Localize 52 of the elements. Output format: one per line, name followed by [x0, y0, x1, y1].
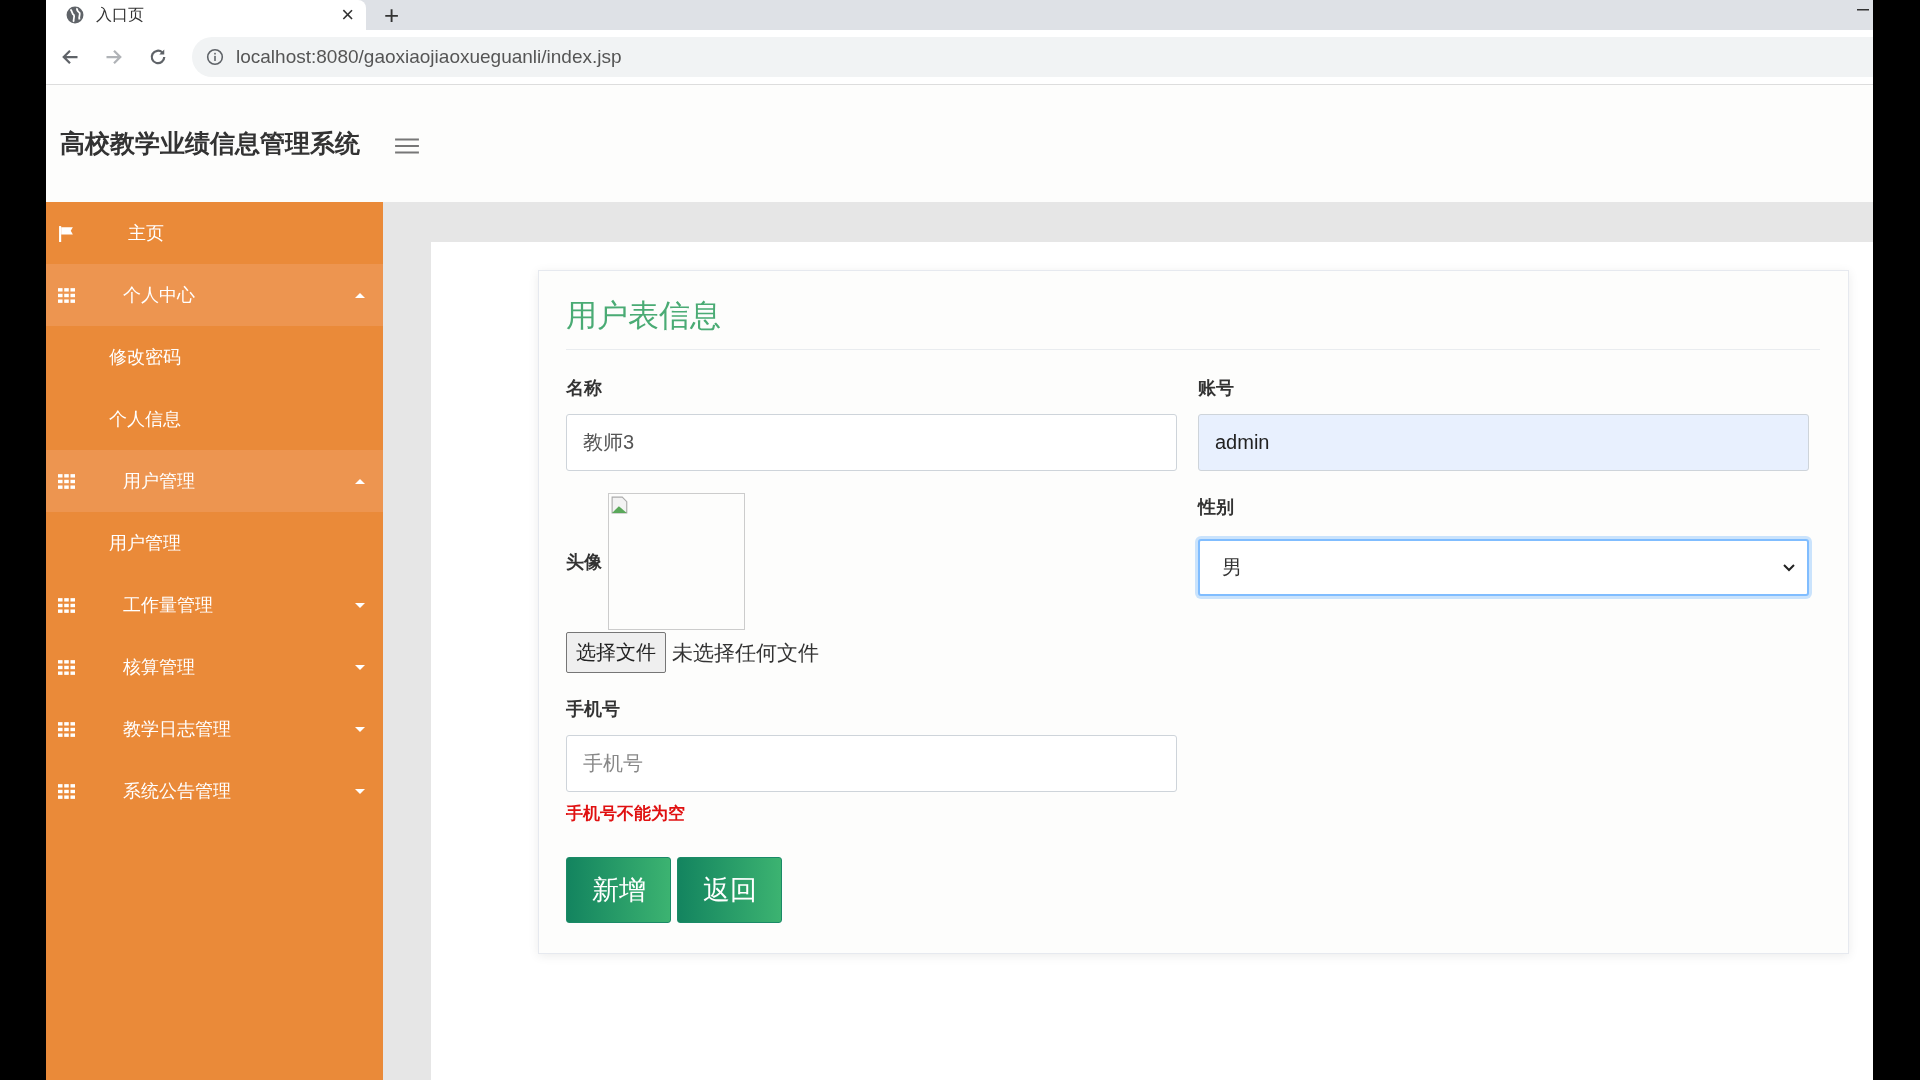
info-icon [206, 48, 224, 66]
chevron-down-icon [1783, 563, 1795, 572]
app-title: 高校教学业绩信息管理系统 [60, 128, 360, 159]
grid-icon [58, 597, 75, 613]
sidebar-item[interactable]: 个人中心 [46, 264, 383, 326]
form-title: 用户表信息 [566, 295, 1820, 350]
grid-icon [58, 659, 75, 675]
sidebar-item[interactable]: 用户管理 [46, 450, 383, 512]
field-label: 头像 [566, 550, 602, 574]
caret-down-icon [355, 726, 365, 732]
file-status: 未选择任何文件 [672, 639, 819, 666]
sidebar-subitem[interactable]: 个人信息 [46, 388, 383, 450]
minimize-icon[interactable] [1857, 9, 1869, 11]
grid-icon [58, 473, 75, 489]
name-field[interactable]: 教师3 [566, 414, 1177, 471]
account-field[interactable]: admin [1198, 414, 1809, 471]
sidebar-item[interactable]: 核算管理 [46, 636, 383, 698]
sidebar-subitem[interactable]: 用户管理 [46, 512, 383, 574]
grid-icon [58, 721, 75, 737]
new-tab-button[interactable]: + [384, 2, 400, 28]
field-label: 账号 [1198, 377, 1234, 400]
field-label: 性别 [1198, 496, 1234, 519]
close-icon[interactable]: × [341, 4, 354, 26]
grid-icon [58, 287, 75, 303]
caret-down-icon [355, 788, 365, 794]
sidebar-item[interactable]: 主页 [46, 202, 383, 264]
caret-up-icon [355, 478, 365, 484]
caret-down-icon [355, 602, 365, 608]
phone-field[interactable]: 手机号 [566, 735, 1177, 792]
sidebar-item[interactable]: 系统公告管理 [46, 760, 383, 822]
globe-icon [66, 6, 84, 24]
flag-icon [58, 224, 75, 242]
choose-file-button[interactable]: 选择文件 [566, 632, 666, 673]
back-button[interactable]: 返回 [677, 857, 782, 923]
caret-down-icon [355, 664, 365, 670]
gender-select[interactable]: 男 [1198, 539, 1809, 596]
sidebar-subitem[interactable]: 修改密码 [46, 326, 383, 388]
browser-tab[interactable]: 入口页 × [46, 0, 366, 30]
back-icon[interactable] [60, 47, 80, 67]
error-message: 手机号不能为空 [566, 803, 685, 825]
sidebar-item[interactable]: 教学日志管理 [46, 698, 383, 760]
tab-title: 入口页 [96, 4, 145, 25]
grid-icon [58, 783, 75, 799]
field-label: 名称 [566, 377, 602, 400]
broken-image-icon [608, 493, 745, 630]
reload-icon[interactable] [148, 47, 168, 67]
add-button[interactable]: 新增 [566, 857, 671, 923]
caret-up-icon [355, 292, 365, 298]
address-field[interactable]: localhost:8080/gaoxiaojiaoxueguanli/index.jsp [192, 37, 1873, 77]
field-label: 手机号 [566, 698, 620, 721]
menu-icon[interactable] [394, 135, 420, 156]
sidebar-item[interactable]: 工作量管理 [46, 574, 383, 636]
